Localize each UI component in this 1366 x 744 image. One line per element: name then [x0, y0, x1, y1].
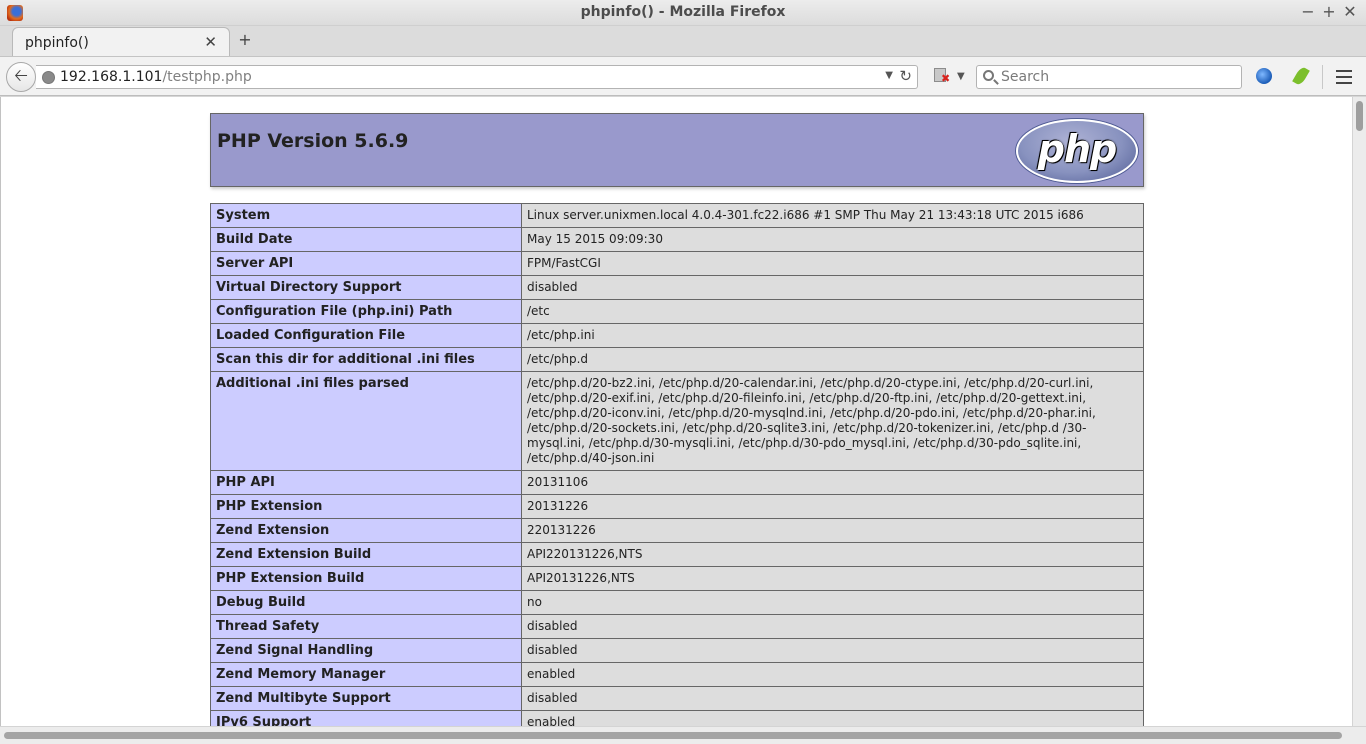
table-row: Configuration File (php.ini) Path/etc — [210, 299, 1144, 324]
close-window-button[interactable]: ✕ — [1340, 2, 1360, 22]
row-value: FPM/FastCGI — [521, 251, 1144, 276]
row-key: PHP Extension — [210, 494, 522, 519]
row-value: 220131226 — [521, 518, 1144, 543]
row-value: API220131226,NTS — [521, 542, 1144, 567]
row-key: Thread Safety — [210, 614, 522, 639]
vertical-scrollbar[interactable] — [1352, 97, 1366, 726]
row-key: Loaded Configuration File — [210, 323, 522, 348]
table-row: System Linux server.unixmen.local 4.0.4-3… — [210, 203, 1144, 228]
table-row: PHP Extension Build API20131226,NTS — [210, 566, 1144, 591]
extension-leaf-icon[interactable] — [1292, 65, 1310, 87]
row-key: Debug Build — [210, 590, 522, 615]
page-content[interactable]: PHP Version 5.6.9 php System Linux server… — [0, 97, 1352, 726]
row-key: Zend Multibyte Support — [210, 686, 522, 711]
row-value: 20131226 — [521, 494, 1144, 519]
table-row: Thread Safety disabled — [210, 614, 1144, 639]
table-row: Zend Signal Handling disabled — [210, 638, 1144, 663]
row-key: Build Date — [210, 227, 522, 252]
search-input[interactable] — [1001, 68, 1231, 86]
row-value: /etc/php.d/20-bz2.ini, /etc/php.d/20-cal… — [521, 371, 1144, 471]
table-row: Server API FPM/FastCGI — [210, 251, 1144, 276]
close-tab-icon[interactable]: ✕ — [204, 33, 217, 51]
php-version-header: PHP Version 5.6.9 php — [210, 113, 1144, 187]
tab-phpinfo[interactable]: phpinfo() ✕ — [12, 27, 230, 57]
php-version-title: PHP Version 5.6.9 — [217, 130, 409, 152]
row-value: Linux server.unixmen.local 4.0.4-301.fc2… — [521, 203, 1144, 228]
window-titlebar: phpinfo() - Mozilla Firefox − + ✕ — [0, 0, 1366, 26]
row-value: disabled — [521, 614, 1144, 639]
row-key: Scan this dir for additional .ini files — [210, 347, 522, 372]
row-value: disabled — [521, 638, 1144, 663]
row-key: Zend Memory Manager — [210, 662, 522, 687]
table-row: IPv6 Support enabled — [210, 710, 1144, 726]
new-tab-button[interactable]: + — [236, 30, 254, 50]
row-key: Server API — [210, 251, 522, 276]
red-x-icon: ✖ — [941, 72, 951, 85]
table-row: Zend Extension 220131226 — [210, 518, 1144, 543]
back-button[interactable]: 🡠 — [6, 62, 36, 92]
row-value: May 15 2015 09:09:30 — [521, 227, 1144, 252]
url-host: 192.168.1.101 — [60, 69, 163, 85]
tab-label: phpinfo() — [25, 35, 89, 51]
row-value: disabled — [521, 686, 1144, 711]
toolbar-separator — [1322, 65, 1323, 89]
tab-strip: phpinfo() ✕ + — [0, 26, 1366, 57]
table-row: Zend Memory Manager enabled — [210, 662, 1144, 687]
addon-dropdown-icon[interactable]: ▼ — [957, 71, 965, 82]
search-bar[interactable] — [976, 65, 1242, 89]
row-key: PHP API — [210, 470, 522, 495]
horizontal-scroll-thumb[interactable] — [4, 732, 1342, 739]
minimize-button[interactable]: − — [1298, 2, 1318, 22]
row-key: Configuration File (php.ini) Path — [210, 299, 522, 324]
navigation-toolbar: 🡠 192.168.1.101/testphp.php ▼ ↻ ✖ ▼ — [0, 56, 1366, 96]
row-value: /etc/php.d — [521, 347, 1144, 372]
table-row: Virtual Directory Support disabled — [210, 275, 1144, 300]
row-key: Zend Extension — [210, 518, 522, 543]
url-history-dropdown-icon[interactable]: ▼ — [885, 70, 893, 81]
reload-icon[interactable]: ↻ — [899, 67, 912, 85]
table-row: Additional .ini files parsed/etc/php.d/2… — [210, 371, 1144, 471]
row-value: enabled — [521, 662, 1144, 687]
maximize-button[interactable]: + — [1319, 2, 1339, 22]
vertical-scroll-thumb[interactable] — [1356, 101, 1363, 131]
row-value: /etc/php.ini — [521, 323, 1144, 348]
row-value: no — [521, 590, 1144, 615]
row-value: API20131226,NTS — [521, 566, 1144, 591]
row-key: Zend Signal Handling — [210, 638, 522, 663]
row-key: PHP Extension Build — [210, 566, 522, 591]
addon-blocked-icon[interactable]: ✖ — [932, 67, 950, 85]
table-row: Zend Extension Build API220131226,NTS — [210, 542, 1144, 567]
hamburger-menu-icon[interactable] — [1336, 70, 1352, 84]
horizontal-scrollbar[interactable] — [0, 726, 1366, 744]
back-arrow-icon: 🡠 — [14, 66, 28, 86]
extension-globe-icon[interactable] — [1256, 68, 1272, 84]
table-row: Loaded Configuration File/etc/php.ini — [210, 323, 1144, 348]
php-info-table: System Linux server.unixmen.local 4.0.4-3… — [210, 203, 1144, 726]
row-key: Zend Extension Build — [210, 542, 522, 567]
search-icon[interactable] — [983, 70, 994, 81]
row-value: 20131106 — [521, 470, 1144, 495]
row-key: System — [210, 203, 522, 228]
row-value: enabled — [521, 710, 1144, 726]
table-row: PHP Extension 20131226 — [210, 494, 1144, 519]
php-logo-icon[interactable]: php — [1016, 119, 1138, 183]
php-logo-text: php — [1037, 127, 1117, 171]
url-path: /testphp.php — [162, 69, 252, 85]
table-row: Zend Multibyte Support disabled — [210, 686, 1144, 711]
row-key: Additional .ini files parsed — [210, 371, 522, 471]
row-key: Virtual Directory Support — [210, 275, 522, 300]
row-value: disabled — [521, 275, 1144, 300]
row-value: /etc — [521, 299, 1144, 324]
window-title: phpinfo() - Mozilla Firefox — [580, 4, 786, 20]
table-row: Build Date May 15 2015 09:09:30 — [210, 227, 1144, 252]
table-row: Scan this dir for additional .ini files /… — [210, 347, 1144, 372]
url-text[interactable]: 192.168.1.101/testphp.php — [60, 69, 252, 85]
url-bar[interactable]: 192.168.1.101/testphp.php ▼ ↻ — [36, 65, 918, 89]
table-row: Debug Build no — [210, 590, 1144, 615]
row-key: IPv6 Support — [210, 710, 522, 726]
globe-icon[interactable] — [42, 71, 55, 84]
table-row: PHP API 20131106 — [210, 470, 1144, 495]
